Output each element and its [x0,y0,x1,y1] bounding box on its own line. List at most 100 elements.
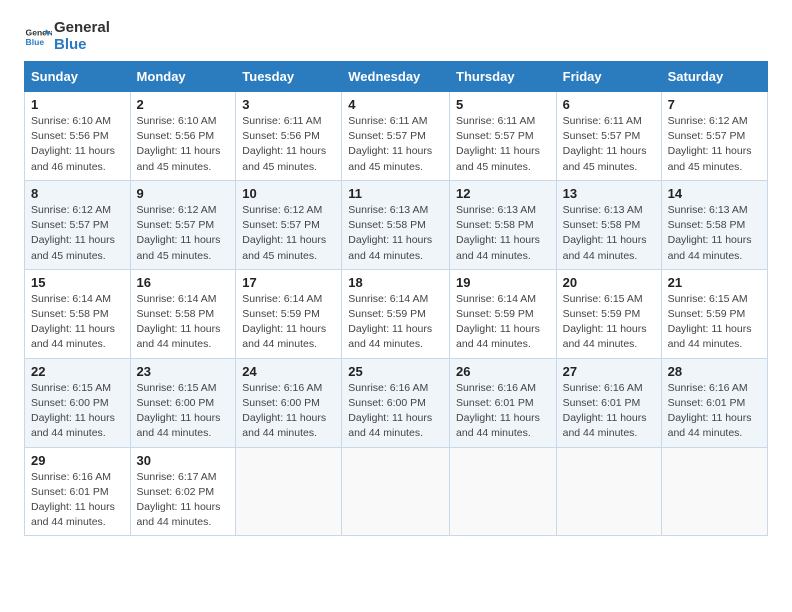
day-info: Sunrise: 6:16 AMSunset: 6:01 PMDaylight:… [668,381,761,442]
day-info: Sunrise: 6:11 AMSunset: 5:57 PMDaylight:… [456,114,550,175]
day-number: 6 [563,97,655,112]
day-number: 24 [242,364,335,379]
calendar-cell: 18 Sunrise: 6:14 AMSunset: 5:59 PMDayligh… [342,269,450,358]
calendar-cell: 12 Sunrise: 6:13 AMSunset: 5:58 PMDayligh… [450,180,557,269]
day-info: Sunrise: 6:13 AMSunset: 5:58 PMDaylight:… [563,203,655,264]
calendar-cell: 22 Sunrise: 6:15 AMSunset: 6:00 PMDayligh… [25,358,131,447]
day-number: 29 [31,453,124,468]
svg-text:Blue: Blue [26,36,45,46]
week-row-3: 15 Sunrise: 6:14 AMSunset: 5:58 PMDayligh… [25,269,768,358]
day-number: 1 [31,97,124,112]
day-info: Sunrise: 6:15 AMSunset: 6:00 PMDaylight:… [137,381,230,442]
day-info: Sunrise: 6:10 AMSunset: 5:56 PMDaylight:… [31,114,124,175]
day-info: Sunrise: 6:15 AMSunset: 5:59 PMDaylight:… [668,292,761,353]
dow-header-friday: Friday [556,62,661,92]
calendar-cell: 6 Sunrise: 6:11 AMSunset: 5:57 PMDaylight… [556,92,661,181]
calendar-cell: 2Sunrise: 6:10 AMSunset: 5:56 PMDaylight… [130,92,236,181]
day-number: 9 [137,186,230,201]
calendar-cell: 27Sunrise: 6:16 AMSunset: 6:01 PMDayligh… [556,358,661,447]
day-info: Sunrise: 6:14 AMSunset: 5:59 PMDaylight:… [456,292,550,353]
day-number: 7 [668,97,761,112]
day-number: 12 [456,186,550,201]
day-info: Sunrise: 6:14 AMSunset: 5:58 PMDaylight:… [31,292,124,353]
day-number: 26 [456,364,550,379]
day-info: Sunrise: 6:13 AMSunset: 5:58 PMDaylight:… [456,203,550,264]
calendar-cell: 8Sunrise: 6:12 AMSunset: 5:57 PMDaylight… [25,180,131,269]
day-number: 8 [31,186,124,201]
calendar-cell [236,447,342,536]
calendar-cell [661,447,767,536]
dow-header-wednesday: Wednesday [342,62,450,92]
day-number: 10 [242,186,335,201]
day-number: 16 [137,275,230,290]
calendar-cell: 19 Sunrise: 6:14 AMSunset: 5:59 PMDayligh… [450,269,557,358]
day-info: Sunrise: 6:15 AMSunset: 6:00 PMDaylight:… [31,381,124,442]
day-number: 21 [668,275,761,290]
week-row-5: 29Sunrise: 6:16 AMSunset: 6:01 PMDayligh… [25,447,768,536]
calendar-cell: 30 Sunrise: 6:17 AMSunset: 6:02 PMDayligh… [130,447,236,536]
day-info: Sunrise: 6:16 AMSunset: 6:00 PMDaylight:… [348,381,443,442]
day-info: Sunrise: 6:12 AMSunset: 5:57 PMDaylight:… [668,114,761,175]
day-info: Sunrise: 6:16 AMSunset: 6:00 PMDaylight:… [242,381,335,442]
day-number: 17 [242,275,335,290]
day-number: 30 [137,453,230,468]
calendar-cell: 28 Sunrise: 6:16 AMSunset: 6:01 PMDayligh… [661,358,767,447]
day-number: 13 [563,186,655,201]
day-number: 4 [348,97,443,112]
logo: General Blue General Blue [24,20,110,53]
calendar-cell: 20Sunrise: 6:15 AMSunset: 5:59 PMDayligh… [556,269,661,358]
calendar-cell: 25 Sunrise: 6:16 AMSunset: 6:00 PMDayligh… [342,358,450,447]
calendar: SundayMondayTuesdayWednesdayThursdayFrid… [24,61,768,536]
calendar-cell: 10Sunrise: 6:12 AMSunset: 5:57 PMDayligh… [236,180,342,269]
day-info: Sunrise: 6:16 AMSunset: 6:01 PMDaylight:… [456,381,550,442]
week-row-2: 8 Sunrise: 6:12 AMSunset: 5:57 PMDaylight… [25,180,768,269]
calendar-cell: 11Sunrise: 6:13 AMSunset: 5:58 PMDayligh… [342,180,450,269]
day-number: 3 [242,97,335,112]
calendar-cell: 23 Sunrise: 6:15 AMSunset: 6:00 PMDayligh… [130,358,236,447]
day-number: 18 [348,275,443,290]
day-number: 22 [31,364,124,379]
dow-header-saturday: Saturday [661,62,767,92]
day-number: 25 [348,364,443,379]
day-info: Sunrise: 6:10 AMSunset: 5:56 PMDaylight:… [137,114,230,175]
page: General Blue General Blue SundayMondayTu… [0,0,792,556]
calendar-cell: 21 Sunrise: 6:15 AMSunset: 5:59 PMDayligh… [661,269,767,358]
calendar-cell: 9 Sunrise: 6:12 AMSunset: 5:57 PMDaylight… [130,180,236,269]
day-number: 20 [563,275,655,290]
day-info: Sunrise: 6:11 AMSunset: 5:57 PMDaylight:… [348,114,443,175]
logo-icon: General Blue [24,23,52,51]
calendar-cell: 13 Sunrise: 6:13 AMSunset: 5:58 PMDayligh… [556,180,661,269]
day-number: 15 [31,275,124,290]
calendar-cell: 7 Sunrise: 6:12 AMSunset: 5:57 PMDaylight… [661,92,767,181]
logo-general: General [54,20,110,37]
calendar-cell: 16Sunrise: 6:14 AMSunset: 5:58 PMDayligh… [130,269,236,358]
day-number: 11 [348,186,443,201]
logo-blue: Blue [54,37,110,54]
header: General Blue General Blue [24,20,768,53]
calendar-cell: 29Sunrise: 6:16 AMSunset: 6:01 PMDayligh… [25,447,131,536]
day-info: Sunrise: 6:11 AMSunset: 5:57 PMDaylight:… [563,114,655,175]
calendar-cell [556,447,661,536]
day-number: 28 [668,364,761,379]
calendar-cell [450,447,557,536]
dow-header-tuesday: Tuesday [236,62,342,92]
dow-header-sunday: Sunday [25,62,131,92]
day-info: Sunrise: 6:17 AMSunset: 6:02 PMDaylight:… [137,470,230,531]
calendar-cell: 24 Sunrise: 6:16 AMSunset: 6:00 PMDayligh… [236,358,342,447]
week-row-1: 1 Sunrise: 6:10 AMSunset: 5:56 PMDaylight… [25,92,768,181]
day-number: 19 [456,275,550,290]
day-info: Sunrise: 6:12 AMSunset: 5:57 PMDaylight:… [137,203,230,264]
day-info: Sunrise: 6:14 AMSunset: 5:59 PMDaylight:… [348,292,443,353]
day-number: 23 [137,364,230,379]
day-number: 27 [563,364,655,379]
day-info: Sunrise: 6:11 AMSunset: 5:56 PMDaylight:… [242,114,335,175]
calendar-cell: 17Sunrise: 6:14 AMSunset: 5:59 PMDayligh… [236,269,342,358]
dow-header-thursday: Thursday [450,62,557,92]
calendar-cell: 1 Sunrise: 6:10 AMSunset: 5:56 PMDaylight… [25,92,131,181]
calendar-body: 1 Sunrise: 6:10 AMSunset: 5:56 PMDaylight… [25,92,768,536]
calendar-cell: 14Sunrise: 6:13 AMSunset: 5:58 PMDayligh… [661,180,767,269]
calendar-cell: 4 Sunrise: 6:11 AMSunset: 5:57 PMDaylight… [342,92,450,181]
days-of-week-row: SundayMondayTuesdayWednesdayThursdayFrid… [25,62,768,92]
week-row-4: 22 Sunrise: 6:15 AMSunset: 6:00 PMDayligh… [25,358,768,447]
day-number: 5 [456,97,550,112]
